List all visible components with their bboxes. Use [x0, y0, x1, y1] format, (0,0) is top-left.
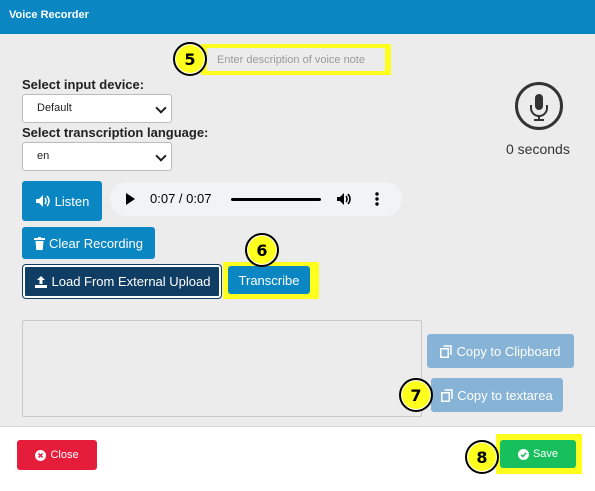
transcribe-button[interactable]: Transcribe: [228, 266, 310, 294]
step-badge-8: 8: [465, 440, 499, 474]
trash-icon: [34, 236, 46, 250]
load-external-upload-label: Load From External Upload: [51, 274, 211, 289]
copy-to-clipboard-button[interactable]: Copy to Clipboard: [427, 334, 574, 368]
input-device-value: Default: [37, 102, 72, 114]
recording-duration: 0 seconds: [506, 141, 570, 157]
upload-icon: [34, 275, 47, 288]
audio-progress-bar[interactable]: [231, 198, 321, 201]
listen-label: Listen: [54, 193, 90, 209]
volume-icon[interactable]: [336, 191, 352, 207]
clear-recording-button[interactable]: Clear Recording: [22, 227, 155, 259]
transcript-textarea[interactable]: [22, 320, 422, 417]
chevron-down-icon: [155, 102, 167, 114]
copy-icon: [441, 388, 454, 402]
footer-divider: [0, 426, 595, 427]
step-badge-6: 6: [245, 233, 279, 267]
window-title: Voice Recorder: [9, 9, 89, 21]
load-external-upload-button[interactable]: Load From External Upload: [23, 265, 221, 298]
title-bar: Voice Recorder: [0, 0, 595, 34]
volume-icon: [35, 195, 50, 207]
language-value: en: [37, 150, 50, 162]
copy-icon: [440, 344, 453, 358]
listen-button[interactable]: Listen: [22, 181, 102, 221]
audio-player[interactable]: 0:07 / 0:07: [110, 182, 402, 216]
copy-to-textarea-label: Copy to textarea: [457, 387, 553, 403]
copy-to-clipboard-label: Copy to Clipboard: [456, 343, 561, 359]
more-options-icon[interactable]: [375, 191, 379, 207]
input-device-label: Select input device:: [22, 77, 145, 92]
step-badge-5: 5: [173, 42, 207, 76]
check-circle-icon: [517, 448, 529, 460]
input-device-select[interactable]: Default: [22, 94, 172, 123]
audio-time: 0:07 / 0:07: [150, 191, 212, 206]
language-select[interactable]: en: [22, 142, 172, 171]
description-input[interactable]: [207, 48, 385, 71]
chevron-down-icon: [155, 150, 167, 162]
play-icon[interactable]: [126, 193, 135, 205]
save-button[interactable]: Save: [500, 440, 576, 468]
transcribe-label: Transcribe: [238, 272, 300, 288]
close-label: Close: [50, 449, 79, 461]
times-circle-icon: [35, 449, 47, 461]
save-label: Save: [532, 448, 559, 460]
close-button[interactable]: Close: [17, 440, 97, 470]
clear-recording-label: Clear Recording: [49, 235, 143, 251]
microphone-icon: [530, 94, 548, 121]
record-button[interactable]: [515, 82, 563, 130]
copy-to-textarea-button[interactable]: Copy to textarea: [431, 378, 563, 412]
language-label: Select transcription language:: [22, 125, 209, 140]
step-badge-7: 7: [399, 378, 433, 412]
